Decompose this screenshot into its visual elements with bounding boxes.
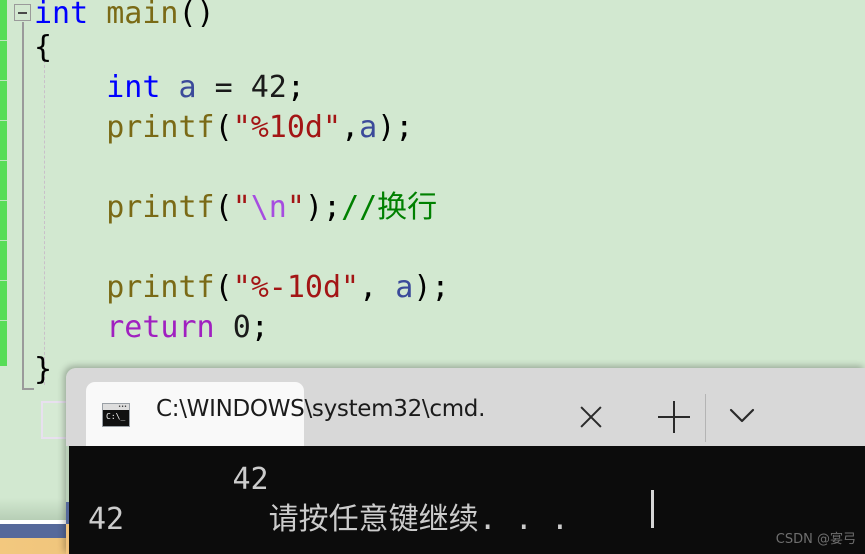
code-token: int xyxy=(106,70,161,105)
toolbar-separator xyxy=(705,394,706,442)
code-token: ( xyxy=(214,270,233,305)
code-token: 42 xyxy=(250,70,287,105)
code-line-10[interactable]: } xyxy=(34,350,52,390)
code-token: " xyxy=(286,190,305,225)
chevron-down-icon[interactable] xyxy=(723,404,761,428)
collapse-region-icon[interactable] xyxy=(14,4,31,21)
code-token: "%-10d" xyxy=(232,270,360,305)
code-token: ); xyxy=(377,110,414,145)
outlining-guide-foot xyxy=(22,388,34,390)
code-token: , xyxy=(341,110,360,145)
screen-root: int main() { int a = 42; printf("%10d",a… xyxy=(0,0,865,554)
code-token: 0 xyxy=(232,310,251,345)
code-line-9[interactable]: return 0; xyxy=(34,308,269,348)
outlining-guide-line xyxy=(22,22,24,390)
code-token: , xyxy=(359,270,396,305)
terminal-window[interactable]: ••• C:\_ C:\WINDOWS\system32\cmd. 42 42 … xyxy=(66,368,865,554)
terminal-left-edge-seam-orange xyxy=(66,524,69,554)
code-token: ; xyxy=(250,310,269,345)
terminal-output-line-1: 42 请按任意键继续. . . xyxy=(88,502,569,537)
code-line-0[interactable]: int main() xyxy=(34,0,215,34)
terminal-left-edge-seam-blue xyxy=(66,502,69,524)
terminal-cursor xyxy=(651,490,654,528)
code-token: a xyxy=(359,110,378,145)
code-token: ); xyxy=(304,190,342,225)
code-token: printf xyxy=(106,110,215,145)
code-token: ( xyxy=(214,110,233,145)
code-token: { xyxy=(34,30,53,65)
code-token: a xyxy=(178,70,197,105)
csdn-watermark: CSDN @宴弓 xyxy=(775,532,856,547)
terminal-tab-title: C:\WINDOWS\system32\cmd. xyxy=(156,396,486,422)
code-token: \n xyxy=(250,190,287,225)
code-token: ( xyxy=(214,190,233,225)
terminal-output-area[interactable]: 42 42 请按任意键继续. . . xyxy=(66,446,865,554)
code-line-3[interactable]: int a = 42; xyxy=(34,68,305,108)
code-token: int xyxy=(34,0,89,31)
changed-lines-marker-strip xyxy=(0,0,7,366)
terminal-titlebar[interactable]: ••• C:\_ C:\WINDOWS\system32\cmd. xyxy=(66,368,865,446)
code-token: printf xyxy=(106,270,215,305)
terminal-output-line-0: 42 xyxy=(88,462,269,497)
code-token: "%10d" xyxy=(232,110,342,145)
code-line-8[interactable]: printf("%-10d", a); xyxy=(34,268,449,308)
close-icon[interactable] xyxy=(574,400,608,434)
code-token: " xyxy=(232,190,251,225)
cmd-console-icon: ••• C:\_ xyxy=(102,403,130,427)
code-token: ; xyxy=(286,70,305,105)
code-token: return xyxy=(106,310,215,345)
code-token: ); xyxy=(413,270,450,305)
code-token: = xyxy=(196,70,251,105)
code-token: main xyxy=(106,0,179,31)
code-token: //换行 xyxy=(341,190,438,225)
code-line-4[interactable]: printf("%10d",a); xyxy=(34,108,413,148)
minus-icon xyxy=(18,12,27,14)
code-token: a xyxy=(395,270,414,305)
code-token: } xyxy=(34,352,53,387)
code-token: printf xyxy=(106,190,215,225)
cmd-icon-prompt-text: C:\_ xyxy=(106,412,126,421)
code-line-6[interactable]: printf("\n");//换行 xyxy=(34,188,437,228)
plus-icon[interactable] xyxy=(656,399,692,435)
code-line-1[interactable]: { xyxy=(34,28,52,68)
code-token: () xyxy=(178,0,215,31)
